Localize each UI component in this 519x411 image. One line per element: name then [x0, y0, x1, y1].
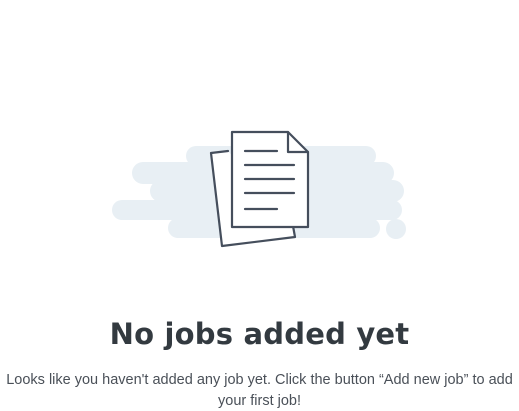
empty-state-page: No jobs added yet Looks like you haven't…: [0, 0, 519, 411]
empty-state-message: Looks like you haven't added any job yet…: [6, 372, 513, 409]
documents-illustration: [112, 130, 406, 248]
empty-state-title: No jobs added yet: [109, 317, 410, 351]
